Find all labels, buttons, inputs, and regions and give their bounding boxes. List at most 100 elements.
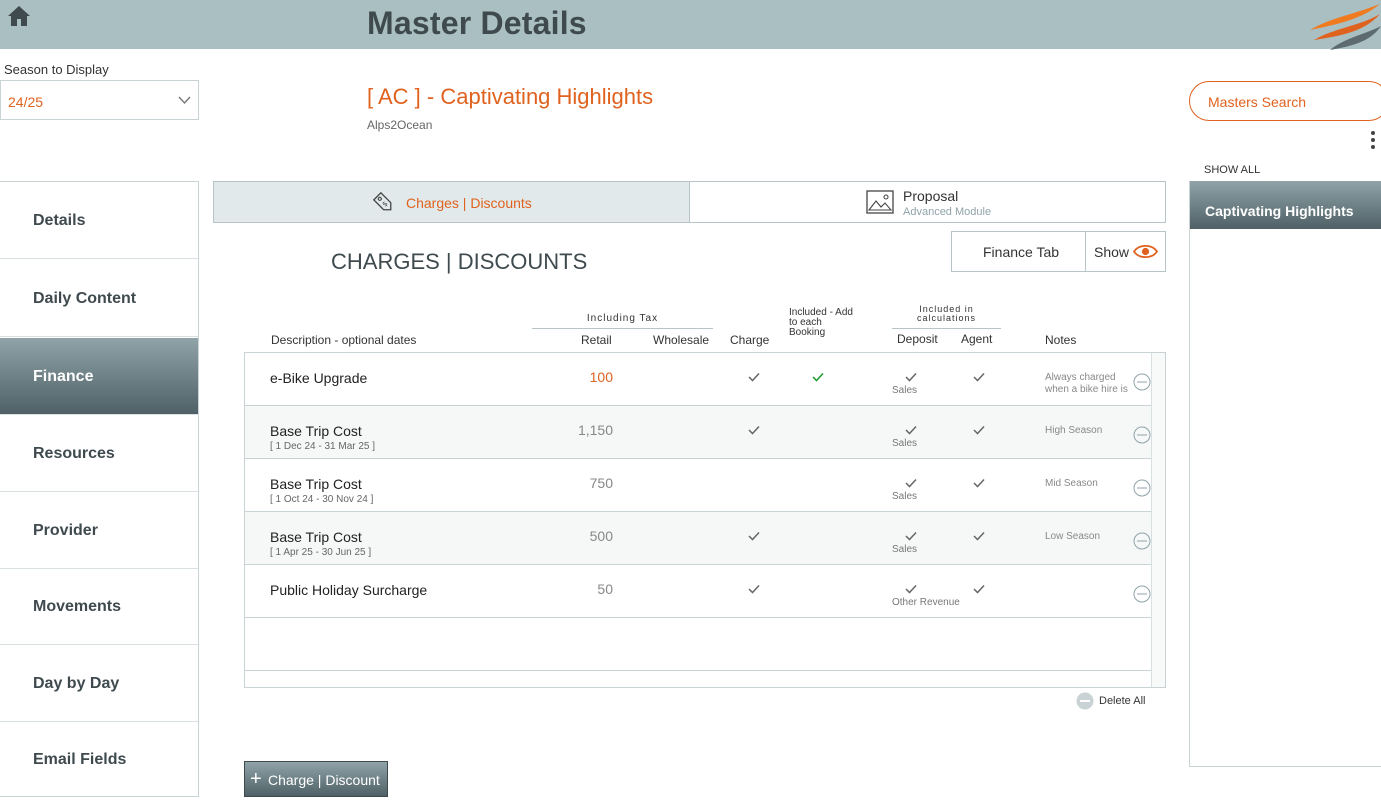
deposit-check-icon[interactable] [905, 369, 917, 382]
header-bar: Master Details [0, 0, 1381, 50]
sidebar-item-label: Finance [33, 368, 94, 385]
agent-check-icon[interactable] [973, 581, 985, 594]
col-agent: Agent [961, 332, 993, 346]
table-row[interactable]: Public Holiday Surcharge 50 Other Revenue [245, 565, 1151, 618]
sidebar-item-daily-content[interactable]: Daily Content [0, 260, 198, 337]
row-retail: 1,150 [577, 422, 613, 438]
masters-search-label: Masters Search [1208, 94, 1307, 110]
table-row[interactable]: e-Bike Upgrade 100 Sales Always charged whe… [245, 353, 1151, 406]
minus-circle-icon [1076, 692, 1094, 710]
masters-list-item[interactable]: Captivating Highlights [1190, 181, 1381, 229]
sidebar-item-label: Day by Day [33, 675, 120, 692]
delete-row-icon[interactable] [1133, 373, 1151, 391]
agent-check-icon[interactable] [973, 475, 985, 488]
delete-row-icon[interactable] [1133, 532, 1151, 550]
row-notes: Low Season [1045, 531, 1101, 542]
row-retail: 500 [589, 528, 613, 544]
sidebar-item-label: Movements [33, 598, 122, 615]
show-all-link[interactable]: SHOW ALL [1204, 164, 1260, 176]
charge-check-icon[interactable] [748, 422, 760, 435]
col-notes: Notes [1045, 333, 1077, 347]
sidebar-item-movements[interactable]: Movements [0, 568, 198, 645]
scrollbar[interactable] [1151, 353, 1165, 687]
delete-row-icon[interactable] [1133, 479, 1151, 497]
col-included-booking: Included - Add to each Booking [789, 307, 853, 338]
finance-tab-label: Finance Tab [983, 244, 1060, 260]
sidebar-item-finance[interactable]: Finance [0, 338, 198, 415]
finance-tab-button[interactable]: Finance Tab [952, 232, 1086, 271]
master-title: [ AC ] - Captivating Highlights [367, 84, 654, 109]
more-menu-icon[interactable] [1368, 131, 1378, 153]
home-icon[interactable] [6, 4, 32, 28]
masters-search-button[interactable]: Masters Search [1189, 81, 1381, 121]
included-booking-check-icon[interactable] [812, 369, 824, 382]
included-calc-divider [892, 328, 1001, 329]
col-retail: Retail [581, 333, 612, 347]
show-label: Show [1094, 244, 1130, 260]
row-description: Base Trip Cost [270, 423, 362, 439]
sidebar-item-details[interactable]: Details [0, 182, 198, 259]
charge-check-icon[interactable] [748, 581, 760, 594]
tab-charges-label: Charges | Discounts [406, 195, 532, 211]
col-deposit: Deposit [897, 332, 938, 346]
table-row[interactable]: Base Trip Cost [ 1 Apr 25 - 30 Jun 25 ] 50… [245, 512, 1151, 565]
image-icon [866, 190, 894, 214]
row-dates: [ 1 Apr 25 - 30 Jun 25 ] [270, 547, 372, 558]
charges-table: e-Bike Upgrade 100 Sales Always charged whe… [244, 352, 1166, 688]
row-description: Public Holiday Surcharge [270, 582, 428, 598]
delete-all-button[interactable]: Delete All [1076, 692, 1166, 710]
deposit-check-icon[interactable] [905, 581, 917, 594]
row-dates: [ 1 Oct 24 - 30 Nov 24 ] [270, 494, 374, 505]
sidebar-nav: Details Daily Content Finance Resources … [0, 181, 199, 797]
charge-check-icon[interactable] [748, 528, 760, 541]
tab-proposal[interactable]: Proposal Advanced Module [690, 182, 1165, 222]
section-title: CHARGES | DISCOUNTS [331, 249, 588, 274]
tab-proposal-label: Proposal [903, 188, 959, 204]
sidebar-item-resources[interactable]: Resources [0, 415, 198, 492]
season-label: Season to Display [4, 62, 109, 77]
col-charge: Charge [730, 333, 770, 347]
row-description: Base Trip Cost [270, 529, 362, 545]
add-charge-discount-button[interactable]: + Charge | Discount [244, 761, 388, 797]
plus-icon: + [250, 768, 262, 790]
delete-row-icon[interactable] [1133, 585, 1151, 603]
sidebar-item-label: Daily Content [33, 290, 137, 307]
sidebar-item-email-fields[interactable]: Email Fields [0, 721, 198, 798]
sidebar-item-label: Email Fields [33, 751, 127, 768]
module-tabs: $ Charges | Discounts Proposal Advanced … [213, 181, 1166, 223]
season-value: 24/25 [8, 94, 44, 110]
deposit-check-icon[interactable] [905, 528, 917, 541]
deposit-check-icon[interactable] [905, 422, 917, 435]
sidebar-item-day-by-day[interactable]: Day by Day [0, 645, 198, 722]
deposit-tag: Sales [892, 385, 918, 396]
agent-check-icon[interactable] [973, 528, 985, 541]
agent-check-icon[interactable] [973, 422, 985, 435]
included-calc-header: Included in calculations [916, 304, 977, 323]
agent-check-icon[interactable] [973, 369, 985, 382]
page-title: Master Details [367, 5, 587, 41]
row-dates: [ 1 Dec 24 - 31 Mar 25 ] [270, 441, 376, 452]
show-button[interactable]: Show [1086, 232, 1165, 271]
price-tag-icon: $ [372, 191, 392, 211]
deposit-tag: Other Revenue [892, 597, 960, 608]
charge-check-icon[interactable] [748, 369, 760, 382]
row-retail: 100 [589, 369, 613, 385]
season-select[interactable]: 24/25 [0, 80, 199, 120]
sidebar-item-label: Provider [33, 522, 98, 539]
including-tax-divider [532, 328, 713, 329]
sidebar-item-provider[interactable]: Provider [0, 492, 198, 569]
add-charge-discount-label: Charge | Discount [268, 772, 380, 788]
empty-row [245, 618, 1151, 671]
master-subtitle: Alps2Ocean [367, 118, 433, 132]
delete-row-icon[interactable] [1133, 426, 1151, 444]
brand-logo [1310, 4, 1381, 50]
masters-list-item-label: Captivating Highlights [1205, 203, 1354, 219]
eye-icon [1133, 244, 1158, 259]
table-row[interactable]: Base Trip Cost [ 1 Oct 24 - 30 Nov 24 ] 75… [245, 459, 1151, 512]
tab-proposal-sublabel: Advanced Module [903, 206, 992, 218]
tab-charges-discounts[interactable]: $ Charges | Discounts [214, 182, 690, 222]
chevron-down-icon [178, 96, 191, 105]
row-notes: Mid Season [1045, 478, 1098, 489]
deposit-check-icon[interactable] [905, 475, 917, 488]
table-row[interactable]: Base Trip Cost [ 1 Dec 24 - 31 Mar 25 ] 1,… [245, 406, 1151, 459]
